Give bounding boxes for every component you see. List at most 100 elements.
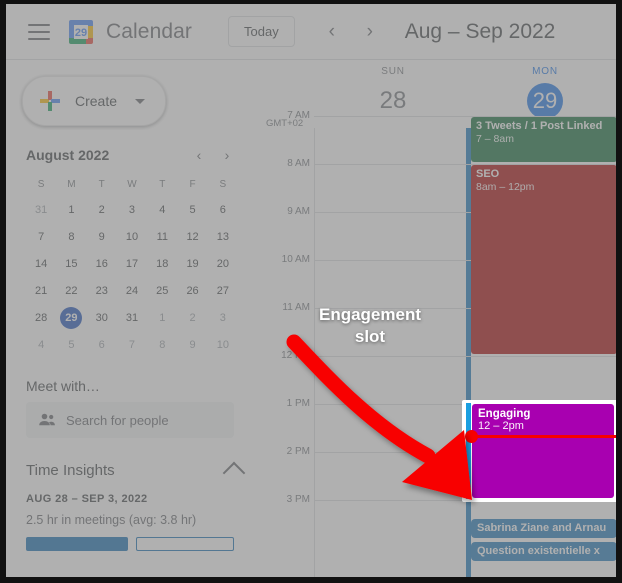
mini-calendar-day[interactable]: 25 (147, 280, 177, 302)
mini-calendar-day-today[interactable]: 29 (60, 307, 83, 329)
mini-calendar-day[interactable]: 12 (177, 226, 207, 248)
mini-calendar-title: August 2022 (26, 147, 110, 163)
mini-calendar-grid: S M T W T F S 31 1 2 3 4 5 6 7 8 9 10 11 12 13 14 15 16 17 18 19 20… (26, 176, 238, 356)
annotation-line-1: Engagement (318, 305, 422, 324)
mini-calendar-day[interactable]: 9 (177, 334, 207, 356)
mini-calendar-day[interactable]: 30 (87, 307, 117, 329)
mini-calendar-day[interactable]: 4 (26, 334, 56, 356)
mini-calendar-day[interactable]: 10 (208, 334, 238, 356)
search-people-placeholder: Search for people (66, 412, 169, 428)
mini-calendar: August 2022 ‹ › S M T W T F S 31 1 2 3 4 5 6 7 8 9 10 11 12… (26, 144, 238, 356)
mini-calendar-day[interactable]: 19 (177, 253, 207, 275)
mini-calendar-day[interactable]: 26 (177, 280, 207, 302)
chevron-up-icon[interactable] (222, 461, 246, 485)
mini-calendar-day[interactable]: 23 (87, 280, 117, 302)
mini-calendar-day[interactable]: 28 (26, 307, 56, 329)
hour-label: 8 AM (287, 158, 310, 169)
day-of-week-label: MON (532, 66, 558, 77)
date-navigation: ‹ › (317, 17, 385, 47)
mini-calendar-day[interactable]: 3 (208, 307, 238, 329)
mini-calendar-day[interactable]: 7 (117, 334, 147, 356)
google-calendar-icon: 29 (68, 19, 94, 45)
plus-icon (39, 90, 61, 112)
event-block[interactable]: SEO 8am – 12pm (471, 165, 616, 354)
mini-calendar-day[interactable]: 20 (208, 253, 238, 275)
google-calendar-window: 29 Calendar Today ‹ › Aug – Sep 2022 Cre… (0, 0, 622, 583)
hour-label: 10 AM (281, 254, 310, 265)
hamburger-menu-icon[interactable] (28, 23, 50, 40)
day-column-header-mon[interactable]: MON 29 (470, 66, 616, 119)
time-insights-meetings: 2.5 hr in meetings (avg: 3.8 hr) (26, 513, 197, 527)
mini-calendar-header: August 2022 ‹ › (26, 144, 238, 166)
mini-calendar-day[interactable]: 24 (117, 280, 147, 302)
mini-calendar-dow-3: W (127, 179, 137, 190)
calendar-icon-day: 29 (75, 27, 87, 39)
time-insights-bars (26, 537, 234, 551)
day-of-week-label: SUN (381, 66, 405, 77)
mini-calendar-day[interactable]: 5 (56, 334, 86, 356)
create-label: Create (75, 93, 118, 109)
mini-calendar-day[interactable]: 4 (147, 199, 177, 221)
today-button[interactable]: Today (228, 16, 295, 47)
mini-calendar-dow-0: S (37, 179, 45, 190)
mini-calendar-day[interactable]: 27 (208, 280, 238, 302)
event-title: SEO (476, 168, 500, 180)
mini-calendar-next-icon[interactable]: › (216, 144, 238, 166)
app-header: 29 Calendar Today ‹ › Aug – Sep 2022 (6, 4, 616, 60)
mini-calendar-day[interactable]: 21 (26, 280, 56, 302)
mini-calendar-day[interactable]: 10 (117, 226, 147, 248)
mini-calendar-day[interactable]: 22 (56, 280, 86, 302)
mini-calendar-dow-2: T (98, 179, 105, 190)
mini-calendar-day[interactable]: 15 (56, 253, 86, 275)
search-people-input[interactable]: Search for people (26, 402, 234, 438)
event-time: 7 – 8am (476, 132, 514, 145)
time-insights-title: Time Insights (26, 462, 115, 479)
mini-calendar-day[interactable]: 31 (117, 307, 147, 329)
mini-calendar-day[interactable]: 2 (177, 307, 207, 329)
mini-calendar-day[interactable]: 1 (56, 199, 86, 221)
meet-with-heading: Meet with… (26, 378, 100, 394)
annotation-label: Engagement slot (290, 304, 450, 348)
mini-calendar-day[interactable]: 17 (117, 253, 147, 275)
mini-calendar-day[interactable]: 18 (147, 253, 177, 275)
mini-calendar-day[interactable]: 8 (147, 334, 177, 356)
event-block[interactable]: 3 Tweets / 1 Post Linked 7 – 8am (471, 117, 616, 162)
mini-calendar-day[interactable]: 9 (87, 226, 117, 248)
day-number-today: 29 (527, 83, 563, 119)
sidebar: Create August 2022 ‹ › S M T W T F S 31 1 2 3 4 5 6 7 8… (6, 60, 262, 577)
mini-calendar-day[interactable]: 8 (56, 226, 86, 248)
mini-calendar-day[interactable]: 16 (87, 253, 117, 275)
day-column-header-sun[interactable]: SUN 28 (318, 66, 468, 119)
chevron-right-icon[interactable]: › (355, 17, 385, 47)
chevron-left-icon[interactable]: ‹ (317, 17, 347, 47)
mini-calendar-day[interactable]: 6 (87, 334, 117, 356)
create-button[interactable]: Create (22, 76, 167, 126)
people-icon (38, 411, 56, 429)
time-insights-bar-empty (136, 537, 234, 551)
mini-calendar-day[interactable]: 11 (147, 226, 177, 248)
mini-calendar-day[interactable]: 14 (26, 253, 56, 275)
mini-calendar-day[interactable]: 31 (26, 199, 56, 221)
event-time: 8am – 12pm (476, 180, 535, 193)
mini-calendar-day[interactable]: 2 (87, 199, 117, 221)
mini-calendar-day[interactable]: 13 (208, 226, 238, 248)
mini-calendar-day[interactable]: 1 (147, 307, 177, 329)
mini-calendar-day[interactable]: 6 (208, 199, 238, 221)
mini-calendar-prev-icon[interactable]: ‹ (188, 144, 210, 166)
annotation-line-2: slot (354, 326, 386, 346)
mini-calendar-day[interactable]: 5 (177, 199, 207, 221)
annotation-arrow-icon (286, 334, 472, 500)
mini-calendar-dow-4: T (159, 179, 166, 190)
time-insights-range: AUG 28 – SEP 3, 2022 (26, 493, 148, 505)
chevron-down-icon[interactable] (135, 98, 146, 104)
mini-calendar-dow-6: S (219, 179, 227, 190)
mini-calendar-day[interactable]: 3 (117, 199, 147, 221)
event-chip[interactable]: Sabrina Ziane and Arnau (471, 519, 616, 539)
event-chip[interactable]: Question existentielle x (471, 542, 616, 562)
event-title: 3 Tweets / 1 Post Linked (476, 120, 603, 132)
mini-calendar-day[interactable]: 7 (26, 226, 56, 248)
app-title: Calendar (106, 19, 193, 43)
time-insights-header[interactable]: Time Insights (26, 460, 246, 485)
time-insights-bar-filled (26, 537, 128, 551)
hour-label: 7 AM (287, 110, 310, 121)
